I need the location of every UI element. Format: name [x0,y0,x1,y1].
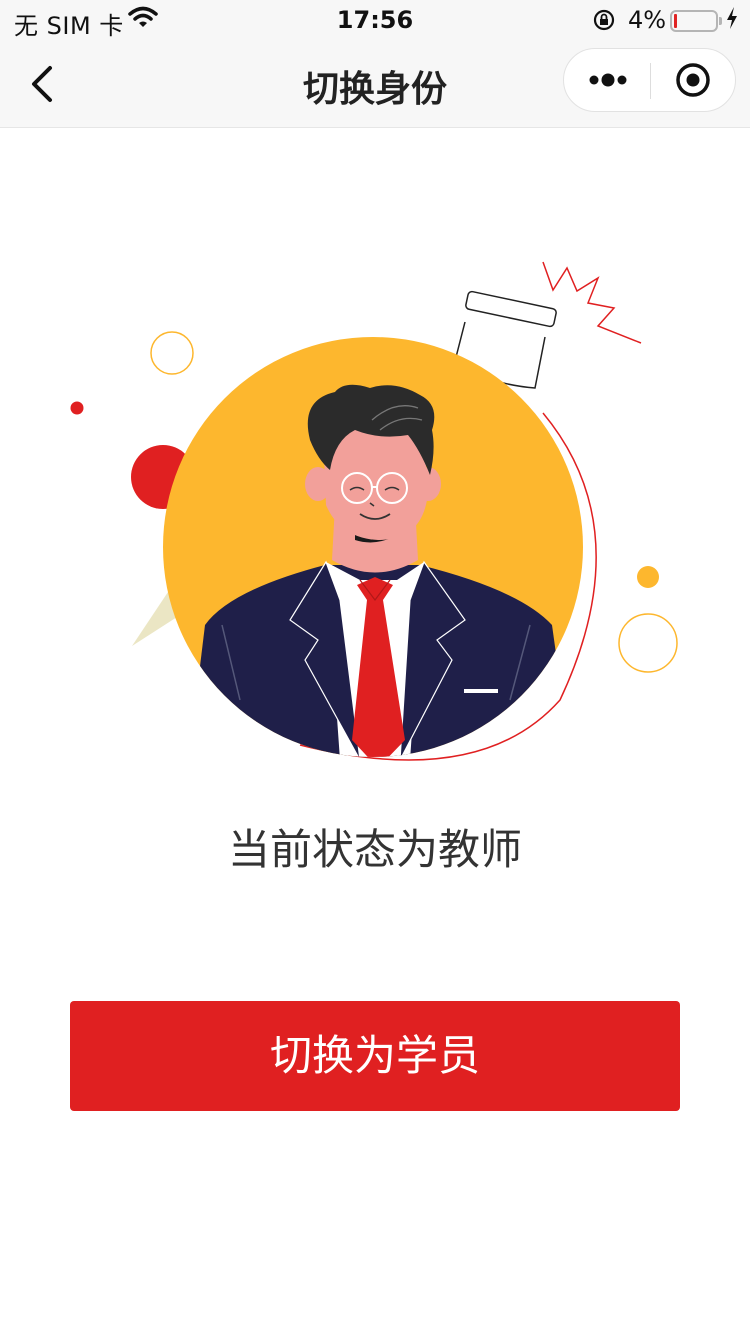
teacher-illustration [70,261,678,761]
status-bar: 无 SIM 卡 17:56 4% [0,0,750,40]
switch-to-student-button[interactable]: 切换为学员 [70,1001,680,1111]
more-dots-icon [589,73,627,87]
screen: 无 SIM 卡 17:56 4% 切换身份 当前状态为教师 切换为学员 [0,0,750,1334]
mini-program-capsule [563,48,736,112]
battery-icon [670,10,722,32]
decor-dot [70,401,84,415]
decor-zigzag [542,261,642,344]
more-button[interactable] [564,49,650,111]
decor-ring [150,331,194,375]
battery-percent: 4% [628,6,667,34]
decor-dot [637,566,659,588]
close-button[interactable] [651,49,737,111]
rotation-lock-icon [592,8,616,38]
charging-bolt-icon [725,6,739,36]
target-icon [676,63,710,97]
decor-ring [618,613,678,673]
current-status-text: 当前状态为教师 [227,825,522,874]
navigation-bar: 切换身份 [0,40,750,128]
